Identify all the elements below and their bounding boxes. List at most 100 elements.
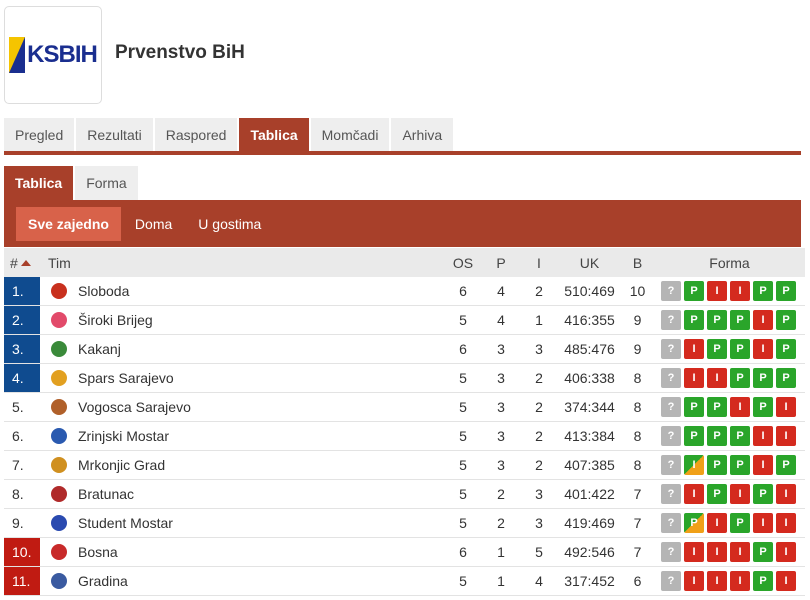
table-row[interactable]: 9. Student Mostar 5 2 3 419:469 7? P I P I I	[4, 509, 805, 538]
form-badge[interactable]: ?	[661, 571, 681, 591]
form-badge[interactable]: I	[684, 542, 704, 562]
team-name[interactable]: Mrkonjic Grad	[78, 457, 444, 473]
form-badge[interactable]: I	[730, 542, 750, 562]
form-badge[interactable]: P	[730, 368, 750, 388]
header-p[interactable]: P	[482, 255, 520, 271]
table-row[interactable]: 11. Gradina 5 1 4 317:452 6? I I I P I	[4, 567, 805, 596]
form-badge[interactable]: P	[776, 310, 796, 330]
table-row[interactable]: 6. Zrinjski Mostar 5 3 2 413:384 8? P P P I I	[4, 422, 805, 451]
form-badge[interactable]: P	[753, 281, 773, 301]
header-rank[interactable]: #	[4, 248, 40, 277]
form-badge[interactable]: ?	[661, 339, 681, 359]
team-name[interactable]: Student Mostar	[78, 515, 444, 531]
team-name[interactable]: Spars Sarajevo	[78, 370, 444, 386]
header-team[interactable]: Tim	[40, 255, 444, 271]
form-badge[interactable]: I	[776, 542, 796, 562]
form-badge[interactable]: I	[753, 426, 773, 446]
form-badge[interactable]: I	[684, 484, 704, 504]
team-name[interactable]: Zrinjski Mostar	[78, 428, 444, 444]
filter-home[interactable]: Doma	[123, 207, 184, 241]
form-badge[interactable]: P	[776, 339, 796, 359]
form-badge[interactable]: P	[707, 310, 727, 330]
form-badge[interactable]: I	[753, 310, 773, 330]
table-row[interactable]: 4. Spars Sarajevo 5 3 2 406:338 8? I I P P P	[4, 364, 805, 393]
form-badge[interactable]: P	[730, 339, 750, 359]
form-badge[interactable]: ?	[661, 310, 681, 330]
table-row[interactable]: 10. Bosna 6 1 5 492:546 7? I I I P I	[4, 538, 805, 567]
form-badge[interactable]: P	[730, 426, 750, 446]
form-badge[interactable]: I	[707, 571, 727, 591]
form-badge[interactable]: P	[684, 397, 704, 417]
form-badge[interactable]: ?	[661, 542, 681, 562]
form-badge[interactable]: P	[707, 484, 727, 504]
header-i[interactable]: I	[520, 255, 558, 271]
form-badge[interactable]: I	[707, 542, 727, 562]
form-badge[interactable]: I	[776, 484, 796, 504]
form-badge[interactable]: ?	[661, 397, 681, 417]
team-name[interactable]: Vogosca Sarajevo	[78, 399, 444, 415]
team-name[interactable]: Bratunac	[78, 486, 444, 502]
form-badge[interactable]: P	[707, 397, 727, 417]
form-badge[interactable]: I	[753, 513, 773, 533]
form-badge[interactable]: ?	[661, 426, 681, 446]
form-badge[interactable]: I	[776, 397, 796, 417]
form-badge[interactable]: I	[776, 571, 796, 591]
team-name[interactable]: Široki Brijeg	[78, 312, 444, 328]
filter-all[interactable]: Sve zajedno	[16, 206, 121, 241]
form-badge[interactable]: P	[707, 339, 727, 359]
form-badge[interactable]: P	[776, 455, 796, 475]
form-badge[interactable]: I	[753, 339, 773, 359]
team-name[interactable]: Gradina	[78, 573, 444, 589]
team-name[interactable]: Sloboda	[78, 283, 444, 299]
form-badge[interactable]: I	[730, 571, 750, 591]
form-badge[interactable]: P	[776, 281, 796, 301]
form-badge[interactable]: P	[730, 310, 750, 330]
team-name[interactable]: Kakanj	[78, 341, 444, 357]
tab-arhiva[interactable]: Arhiva	[391, 118, 454, 152]
form-badge[interactable]: P	[684, 513, 704, 533]
form-badge[interactable]: P	[730, 513, 750, 533]
form-badge[interactable]: ?	[661, 281, 681, 301]
filter-away[interactable]: U gostima	[186, 207, 273, 241]
tab-rezultati[interactable]: Rezultati	[76, 118, 153, 152]
form-badge[interactable]: I	[753, 455, 773, 475]
table-row[interactable]: 7. Mrkonjic Grad 5 3 2 407:385 8? I P P I P	[4, 451, 805, 480]
subtab-tablica[interactable]: Tablica	[4, 166, 74, 200]
tab-tablica[interactable]: Tablica	[239, 118, 309, 152]
tab-pregled[interactable]: Pregled	[4, 118, 75, 152]
subtab-forma[interactable]: Forma	[75, 166, 138, 200]
table-row[interactable]: 2. Široki Brijeg 5 4 1 416:355 9? P P P I P	[4, 306, 805, 335]
form-badge[interactable]: ?	[661, 455, 681, 475]
header-b[interactable]: B	[621, 255, 654, 271]
tab-raspored[interactable]: Raspored	[154, 118, 238, 152]
form-badge[interactable]: ?	[661, 513, 681, 533]
form-badge[interactable]: P	[753, 542, 773, 562]
form-badge[interactable]: I	[730, 281, 750, 301]
table-row[interactable]: 3. Kakanj 6 3 3 485:476 9? I P P I P	[4, 335, 805, 364]
form-badge[interactable]: P	[753, 368, 773, 388]
table-row[interactable]: 1. Sloboda 6 4 2 510:469 10? P I I P P	[4, 277, 805, 306]
form-badge[interactable]: I	[684, 571, 704, 591]
header-os[interactable]: OS	[444, 255, 482, 271]
form-badge[interactable]: I	[776, 426, 796, 446]
form-badge[interactable]: P	[753, 484, 773, 504]
form-badge[interactable]: I	[707, 368, 727, 388]
form-badge[interactable]: P	[730, 455, 750, 475]
team-name[interactable]: Bosna	[78, 544, 444, 560]
form-badge[interactable]: I	[684, 368, 704, 388]
form-badge[interactable]: I	[684, 339, 704, 359]
form-badge[interactable]: I	[684, 455, 704, 475]
form-badge[interactable]: P	[707, 455, 727, 475]
form-badge[interactable]: P	[753, 571, 773, 591]
form-badge[interactable]: I	[707, 281, 727, 301]
table-row[interactable]: 8. Bratunac 5 2 3 401:422 7? I P I P I	[4, 480, 805, 509]
tab-momcadi[interactable]: Momčadi	[310, 118, 390, 152]
header-uk[interactable]: UK	[558, 255, 621, 271]
table-row[interactable]: 5. Vogosca Sarajevo 5 3 2 374:344 8? P P I P I	[4, 393, 805, 422]
form-badge[interactable]: P	[707, 426, 727, 446]
form-badge[interactable]: P	[684, 281, 704, 301]
form-badge[interactable]: I	[707, 513, 727, 533]
form-badge[interactable]: I	[730, 397, 750, 417]
form-badge[interactable]: I	[776, 513, 796, 533]
form-badge[interactable]: P	[684, 310, 704, 330]
